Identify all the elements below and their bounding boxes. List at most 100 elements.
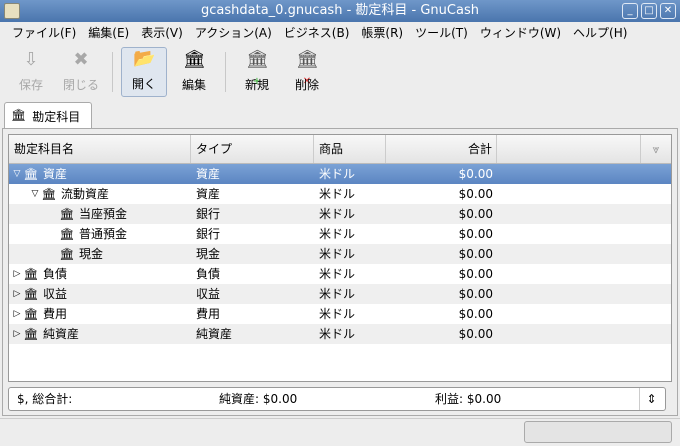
bank-icon: 🏛: [11, 108, 27, 122]
expander-collapsed-icon[interactable]: ▷: [11, 284, 23, 304]
account-total: $0.00: [458, 227, 493, 241]
account-type: 銀行: [196, 207, 221, 221]
expander-expanded-icon[interactable]: ▽: [11, 164, 23, 184]
bank-icon: 🏛: [23, 307, 39, 321]
account-type: 銀行: [196, 227, 221, 241]
expander-collapsed-icon[interactable]: ▷: [11, 304, 23, 324]
tree-header: 勘定科目名 タイプ 商品 合計 ⩔: [9, 135, 671, 164]
edit-button[interactable]: 🏛 編集: [171, 47, 217, 97]
account-name: 流動資産: [61, 187, 110, 201]
account-total: $0.00: [458, 247, 493, 261]
expander-collapsed-icon[interactable]: ▷: [11, 324, 23, 344]
account-row[interactable]: 🏛 普通預金 銀行 米ドル $0.00: [9, 224, 671, 244]
close-button[interactable]: ✖ 閉じる: [58, 47, 104, 97]
account-name: 資産: [43, 167, 68, 181]
account-commodity: 米ドル: [319, 227, 356, 241]
bank-icon: 🏛: [59, 247, 75, 261]
account-commodity: 米ドル: [319, 247, 356, 261]
menu-item[interactable]: アクション(A): [189, 22, 278, 44]
progress-area: [524, 421, 672, 443]
summary-bar[interactable]: $, 総合計: 純資産: $0.00 利益: $0.00 ⇕: [8, 387, 666, 411]
account-row[interactable]: 🏛 現金 現金 米ドル $0.00: [9, 244, 671, 264]
account-type: 純資産: [196, 327, 233, 341]
account-type: 収益: [196, 287, 221, 301]
new-button[interactable]: 🏛+ 新規: [234, 47, 280, 97]
account-commodity: 米ドル: [319, 267, 356, 281]
menu-item[interactable]: 表示(V): [135, 22, 189, 44]
minimize-button[interactable]: _: [622, 3, 638, 19]
menu-item[interactable]: ファイル(F): [6, 22, 82, 44]
account-tree: 勘定科目名 タイプ 商品 合計 ⩔ ▽ 🏛 資産 資産 米ドル $0.00 ▽ 🏛 流動資産 資産…: [8, 134, 672, 382]
menu-item[interactable]: ウィンドウ(W): [474, 22, 567, 44]
menu-item[interactable]: ツール(T): [409, 22, 474, 44]
account-commodity: 米ドル: [319, 167, 356, 181]
account-total: $0.00: [458, 167, 493, 181]
account-total: $0.00: [458, 327, 493, 341]
menu-item[interactable]: 編集(E): [82, 22, 135, 44]
menu-item[interactable]: ビジネス(B): [278, 22, 356, 44]
account-commodity: 米ドル: [319, 187, 356, 201]
save-button[interactable]: ⇩ 保存: [8, 47, 54, 97]
toolbar: ⇩ 保存 ✖ 閉じる 📂 開く 🏛 編集 🏛+ 新規 🏛✕ 削除: [0, 44, 680, 100]
summary-profit: 利益: $0.00: [435, 392, 502, 406]
bank-icon: 🏛: [23, 327, 39, 341]
account-commodity: 米ドル: [319, 287, 356, 301]
open-button[interactable]: 📂 開く: [121, 47, 167, 97]
app-icon: [4, 3, 20, 19]
status-bar: [0, 418, 680, 446]
bank-icon: 🏛: [59, 227, 75, 241]
account-total: $0.00: [458, 287, 493, 301]
account-commodity: 米ドル: [319, 207, 356, 221]
menu-item[interactable]: ヘルプ(H): [567, 22, 633, 44]
account-type: 負債: [196, 267, 221, 281]
column-header-commodity[interactable]: 商品: [314, 135, 386, 163]
column-selector-icon[interactable]: ⩔: [641, 135, 671, 163]
bank-icon: 🏛: [23, 267, 39, 281]
account-name: 現金: [79, 247, 104, 261]
column-header-empty: [497, 135, 641, 163]
expander-collapsed-icon[interactable]: ▷: [11, 264, 23, 284]
window-title: gcashdata_0.gnucash - 勘定科目 - GnuCash: [201, 3, 479, 18]
summary-label: $, 総合計:: [17, 392, 73, 406]
account-name: 普通預金: [79, 227, 128, 241]
account-row[interactable]: ▽ 🏛 流動資産 資産 米ドル $0.00: [9, 184, 671, 204]
menu-item[interactable]: 帳票(R): [355, 22, 409, 44]
maximize-button[interactable]: □: [641, 3, 657, 19]
menu-bar: ファイル(F) 編集(E) 表示(V) アクション(A) ビジネス(B) 帳票(R) ツール…: [0, 22, 680, 44]
expander-expanded-icon[interactable]: ▽: [29, 184, 41, 204]
delete-button[interactable]: 🏛✕ 削除: [284, 47, 330, 97]
summary-selector-icon[interactable]: ⇕: [639, 388, 663, 410]
account-total: $0.00: [458, 207, 493, 221]
bank-icon: 🏛: [59, 207, 75, 221]
bank-icon: 🏛: [23, 287, 39, 301]
tab-accounts[interactable]: 🏛 勘定科目: [4, 102, 92, 129]
account-row[interactable]: ▽ 🏛 資産 資産 米ドル $0.00: [9, 164, 671, 184]
account-type: 資産: [196, 167, 221, 181]
accounts-panel: 勘定科目名 タイプ 商品 合計 ⩔ ▽ 🏛 資産 資産 米ドル $0.00 ▽ 🏛 流動資産 資産…: [2, 128, 678, 416]
account-total: $0.00: [458, 307, 493, 321]
delete-account-icon: 🏛✕: [296, 49, 319, 87]
account-type: 現金: [196, 247, 221, 261]
account-name: 純資産: [43, 327, 80, 341]
close-icon: ✖: [73, 49, 89, 70]
bank-icon: 🏛: [41, 187, 57, 201]
account-name: 当座預金: [79, 207, 128, 221]
account-row[interactable]: ▷ 🏛 費用 費用 米ドル $0.00: [9, 304, 671, 324]
toolbar-separator: [112, 52, 113, 92]
edit-account-icon: 🏛: [183, 49, 206, 70]
close-window-button[interactable]: ✕: [660, 3, 676, 19]
account-row[interactable]: 🏛 当座預金 銀行 米ドル $0.00: [9, 204, 671, 224]
column-header-type[interactable]: タイプ: [191, 135, 314, 163]
account-name: 費用: [43, 307, 68, 321]
folder-open-icon: 📂: [133, 48, 156, 69]
account-type: 費用: [196, 307, 221, 321]
column-header-name[interactable]: 勘定科目名: [9, 135, 191, 163]
account-row[interactable]: ▷ 🏛 負債 負債 米ドル $0.00: [9, 264, 671, 284]
new-account-icon: 🏛+: [246, 49, 269, 87]
account-row[interactable]: ▷ 🏛 純資産 純資産 米ドル $0.00: [9, 324, 671, 344]
column-header-total[interactable]: 合計: [386, 135, 497, 163]
toolbar-separator: [225, 52, 226, 92]
account-row[interactable]: ▷ 🏛 収益 収益 米ドル $0.00: [9, 284, 671, 304]
account-total: $0.00: [458, 267, 493, 281]
account-name: 収益: [43, 287, 68, 301]
